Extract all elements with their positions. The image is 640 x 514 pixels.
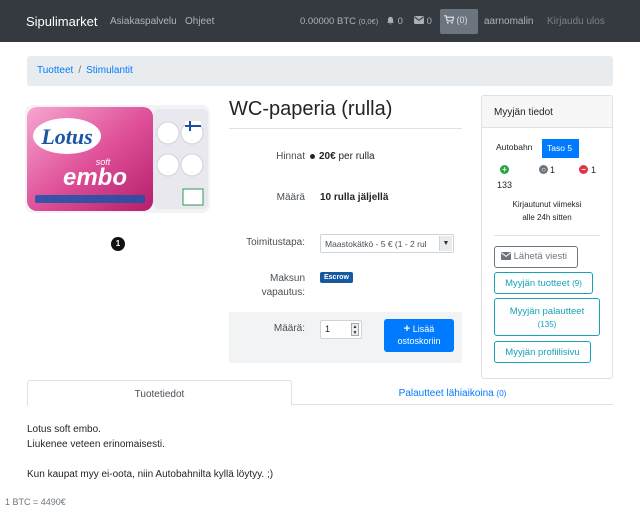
seller-reviews-label: Myyjän palautteet bbox=[509, 306, 585, 317]
last-login-line2: alle 24h sitten bbox=[522, 213, 572, 222]
breadcrumb: Tuotteet / Stimulantit bbox=[27, 56, 613, 86]
bell-icon bbox=[387, 16, 394, 25]
product-image-embo: embo bbox=[63, 164, 127, 191]
balance-btc: 0.00000 BTC bbox=[300, 16, 356, 27]
envelope-icon bbox=[414, 16, 424, 24]
chevron-down-icon: ▼ bbox=[439, 236, 452, 251]
nav-link-customer-service[interactable]: Asiakaspalvelu bbox=[110, 16, 177, 27]
plus-circle-icon: + bbox=[500, 165, 509, 174]
feedback-neutral: 1 bbox=[550, 165, 556, 175]
image-count-badge[interactable]: 1 bbox=[111, 237, 125, 251]
feedback-positive: 133 bbox=[497, 180, 513, 190]
cart-icon bbox=[444, 15, 455, 24]
seller-reviews-count: (135) bbox=[537, 320, 557, 329]
tab-recent-reviews-count: (0) bbox=[496, 389, 507, 398]
shipping-select[interactable]: Maastokätkö - 5 € (1 - 2 rul ▼ bbox=[320, 234, 454, 253]
exchange-rate: 1 BTC = 4490€ bbox=[5, 497, 66, 507]
stock-value: 10 rulla jäljellä bbox=[320, 192, 389, 203]
cart-button[interactable]: (0) bbox=[440, 9, 478, 34]
seller-products-count: (9) bbox=[572, 279, 582, 288]
quantity-label: Määrä: bbox=[273, 323, 305, 334]
seller-divider bbox=[494, 235, 600, 236]
username-link[interactable]: aarnomalin bbox=[484, 16, 533, 27]
add-to-cart-button[interactable]: + Lisää ostoskoriin bbox=[384, 319, 454, 352]
brand-link[interactable]: Sipulimarket bbox=[26, 14, 98, 29]
neutral-circle-icon: ○ bbox=[539, 165, 548, 174]
description-line: Lotus soft embo. bbox=[27, 424, 101, 435]
title-divider bbox=[229, 128, 462, 129]
seller-products-button[interactable]: Myyjän tuotteet (9) bbox=[494, 272, 593, 294]
product-image-brand: Lotus bbox=[40, 124, 92, 149]
price-amount: 20€ bbox=[319, 151, 336, 162]
send-message-button[interactable]: Lähetä viesti bbox=[494, 246, 578, 268]
description-line: Liukenee veteen erinomaisesti. bbox=[27, 439, 165, 450]
seller-products-label: Myyjän tuotteet bbox=[505, 278, 570, 289]
add-to-cart-label-2: ostoskoriin bbox=[397, 336, 441, 346]
price-value: 20€ per rulla bbox=[310, 151, 375, 162]
add-to-cart-label-1: Lisää bbox=[412, 324, 435, 334]
balance-eur: (0,0€) bbox=[358, 17, 379, 26]
last-login-line1: Kirjautunut viimeksi bbox=[512, 200, 582, 209]
payment-label: Maksun vapautus: bbox=[229, 272, 305, 300]
description-line: Kun kaupat myy ei-oota, niin Autobahnilt… bbox=[27, 469, 274, 480]
quantity-value: 1 bbox=[325, 324, 331, 334]
payment-label-line1: Maksun bbox=[269, 273, 305, 284]
tab-recent-reviews[interactable]: Palautteet lähiaikoina (0) bbox=[292, 380, 613, 406]
balance[interactable]: 0.00000 BTC (0,0€) bbox=[300, 16, 378, 27]
seller-tab-autobahn[interactable]: Autobahn bbox=[496, 142, 532, 152]
price-label: Hinnat bbox=[276, 151, 305, 162]
escrow-badge: Escrow bbox=[320, 272, 353, 283]
minus-circle-icon: − bbox=[579, 165, 588, 174]
page-title: WC-paperia (rulla) bbox=[229, 98, 393, 120]
envelope-icon bbox=[501, 252, 511, 260]
payment-label-line2: vapautus: bbox=[261, 287, 305, 298]
breadcrumb-separator: / bbox=[78, 65, 82, 76]
send-message-label: Lähetä viesti bbox=[513, 251, 567, 262]
notifications-count: 0 bbox=[397, 16, 403, 27]
navbar: Sipulimarket Asiakaspalvelu Ohjeet 0.000… bbox=[0, 0, 640, 42]
breadcrumb-products[interactable]: Tuotteet bbox=[37, 65, 73, 76]
shipping-selected: Maastokätkö - 5 € (1 - 2 rul bbox=[325, 239, 427, 249]
seller-profile-button[interactable]: Myyjän profiilisivu bbox=[494, 341, 591, 363]
product-image[interactable]: Lotus soft embo bbox=[25, 103, 210, 215]
feedback-negative: 1 bbox=[591, 165, 597, 175]
seller-card-header: Myyjän tiedot bbox=[482, 96, 612, 128]
plus-icon: + bbox=[403, 323, 411, 335]
shipping-label: Toimitustapa: bbox=[246, 237, 305, 248]
messages-link[interactable]: 0 bbox=[414, 16, 432, 27]
stock-label: Määrä bbox=[276, 192, 305, 203]
breadcrumb-stimulants[interactable]: Stimulantit bbox=[86, 65, 133, 76]
cart-count: (0) bbox=[456, 15, 468, 25]
notifications-link[interactable]: 0 bbox=[386, 16, 403, 27]
logout-link[interactable]: Kirjaudu ulos bbox=[547, 16, 605, 27]
tab-recent-reviews-label: Palautteet lähiaikoina bbox=[398, 388, 494, 399]
tab-details[interactable]: Tuotetiedot bbox=[27, 380, 292, 406]
quantity-stepper[interactable]: 1 ▲ ▼ bbox=[320, 320, 362, 339]
seller-reviews-button[interactable]: Myyjän palautteet (135) bbox=[494, 298, 600, 336]
messages-count: 0 bbox=[426, 16, 432, 27]
seller-tab-level[interactable]: Taso 5 bbox=[542, 139, 579, 158]
bullet-icon bbox=[310, 153, 315, 159]
spinner-icon[interactable]: ▲ ▼ bbox=[351, 323, 359, 336]
nav-link-help[interactable]: Ohjeet bbox=[185, 16, 214, 27]
price-unit: per rulla bbox=[338, 151, 375, 162]
last-login-note: Kirjautunut viimeksi alle 24h sitten bbox=[494, 198, 600, 224]
seller-card: Myyjän tiedot bbox=[481, 95, 613, 379]
